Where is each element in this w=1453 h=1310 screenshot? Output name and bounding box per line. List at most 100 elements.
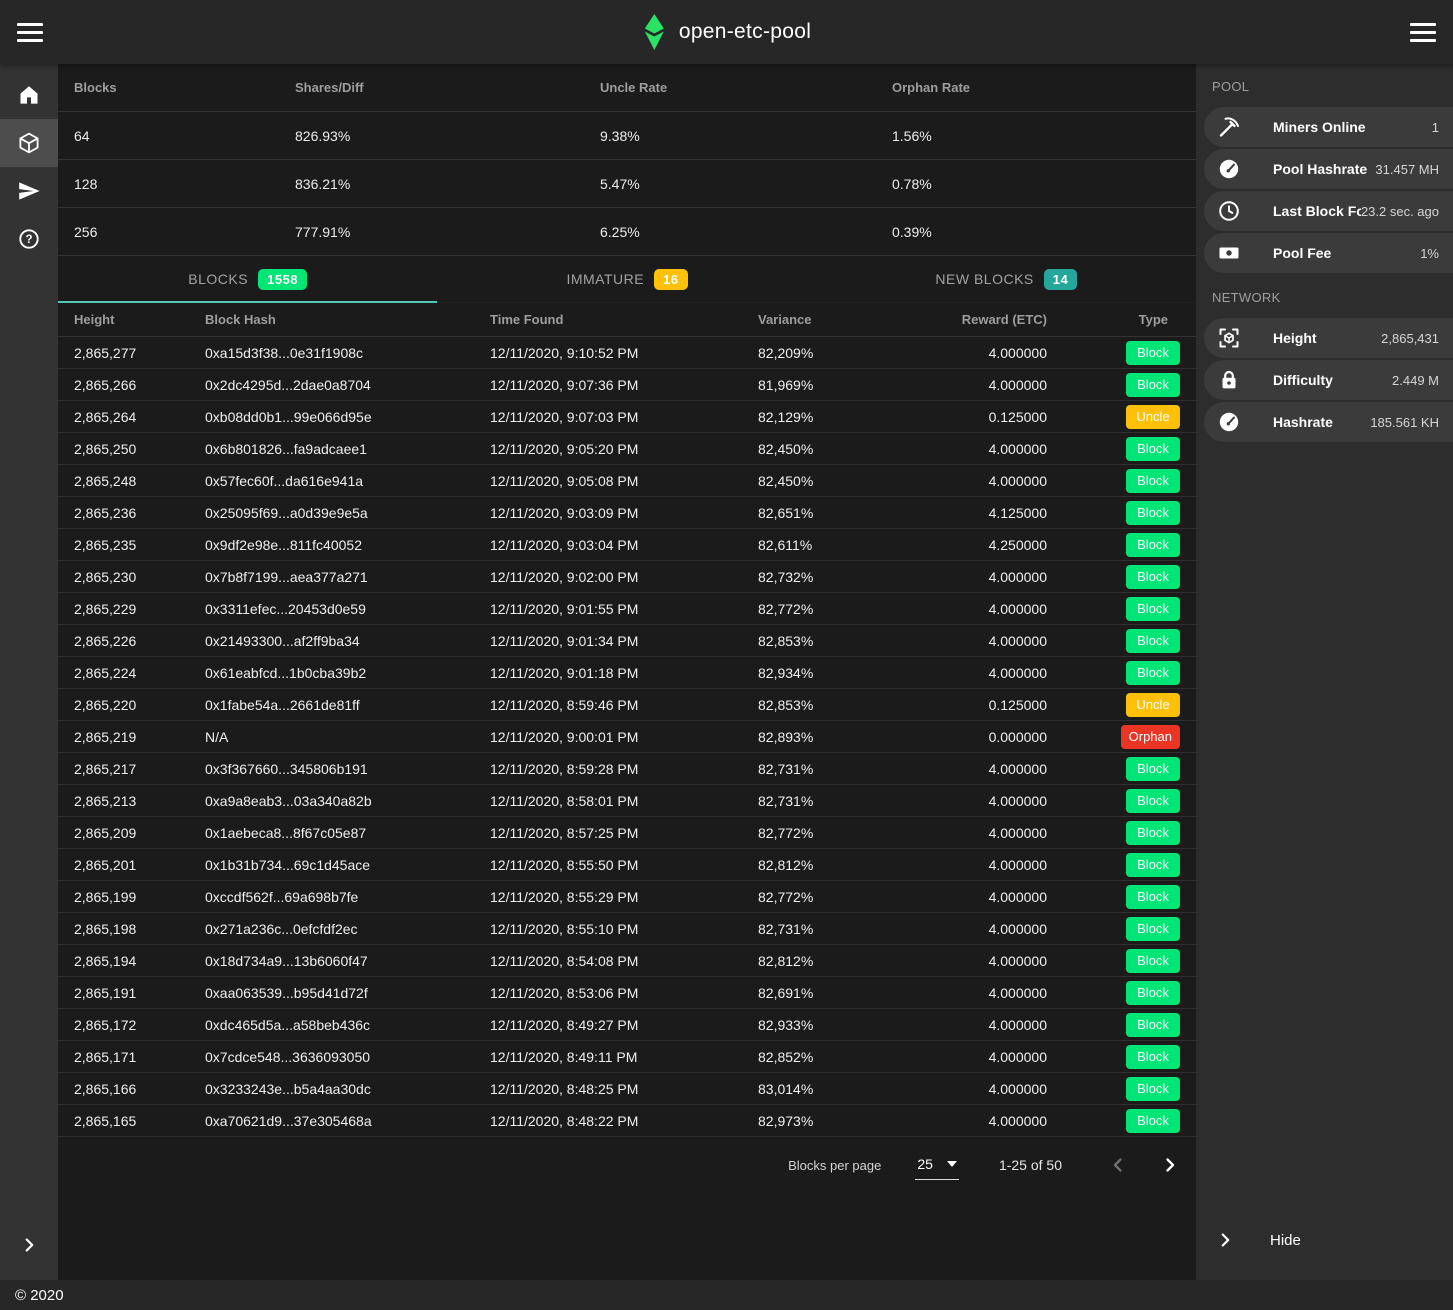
cell-height: 2,865,165 — [74, 1113, 205, 1129]
cell-reward: 4.000000 — [878, 857, 1047, 873]
cell-block-hash: 0x9df2e98e...811fc40052 — [205, 537, 490, 553]
cell-height: 2,865,229 — [74, 601, 205, 617]
stat-network-height: Height 2,865,431 — [1204, 318, 1453, 358]
cell-time-found: 12/11/2020, 9:00:01 PM — [490, 729, 758, 745]
cell-reward: 4.000000 — [878, 1113, 1047, 1129]
cell-variance: 82,852% — [758, 1049, 878, 1065]
table-row: 2,865,250 0x6b801826...fa9adcaee1 12/11/… — [58, 433, 1196, 465]
cell-reward: 4.000000 — [878, 665, 1047, 681]
nav-payments[interactable] — [0, 167, 58, 215]
previous-page-button[interactable] — [1106, 1153, 1130, 1177]
nav-blocks[interactable] — [0, 119, 58, 167]
brand: open-etc-pool — [642, 0, 811, 64]
summary-orphan-rate-value: 0.39% — [892, 224, 1180, 240]
stat-value: 23.2 sec. ago — [1361, 204, 1439, 219]
table-row: 2,865,226 0x21493300...af2ff9ba34 12/11/… — [58, 625, 1196, 657]
cell-reward: 4.000000 — [878, 889, 1047, 905]
summary-row: 256 777.91% 6.25% 0.39% — [58, 208, 1196, 256]
cell-block-hash: 0x6b801826...fa9adcaee1 — [205, 441, 490, 457]
cell-block-hash: 0x1fabe54a...2661de81ff — [205, 697, 490, 713]
cell-time-found: 12/11/2020, 8:55:10 PM — [490, 921, 758, 937]
summary-blocks-value: 64 — [74, 128, 295, 144]
nav-home[interactable] — [0, 71, 58, 119]
table-row: 2,865,217 0x3f367660...345806b191 12/11/… — [58, 753, 1196, 785]
cell-time-found: 12/11/2020, 8:48:22 PM — [490, 1113, 758, 1129]
cell-height: 2,865,194 — [74, 953, 205, 969]
cell-variance: 82,853% — [758, 697, 878, 713]
cell-reward: 4.000000 — [878, 985, 1047, 1001]
cell-height: 2,865,220 — [74, 697, 205, 713]
cell-reward: 4.000000 — [878, 761, 1047, 777]
cell-time-found: 12/11/2020, 9:01:55 PM — [490, 601, 758, 617]
cell-reward: 4.000000 — [878, 825, 1047, 841]
nav-help[interactable]: ? — [0, 215, 58, 263]
tab-blocks[interactable]: BLOCKS 1558 — [58, 256, 437, 302]
next-page-button[interactable] — [1158, 1153, 1182, 1177]
tab-immature[interactable]: IMMATURE 16 — [437, 256, 816, 302]
cell-height: 2,865,198 — [74, 921, 205, 937]
cube-icon — [17, 131, 41, 155]
copyright-text: © 2020 — [15, 1287, 64, 1304]
cell-block-hash: 0x3311efec...20453d0e59 — [205, 601, 490, 617]
stat-value: 2.449 M — [1392, 373, 1439, 388]
cell-time-found: 12/11/2020, 9:07:03 PM — [490, 409, 758, 425]
cell-height: 2,865,236 — [74, 505, 205, 521]
table-row: 2,865,266 0x2dc4295d...2dae0a8704 12/11/… — [58, 369, 1196, 401]
rows-per-page-select[interactable]: 25 — [915, 1151, 959, 1180]
table-row: 2,865,235 0x9df2e98e...811fc40052 12/11/… — [58, 529, 1196, 561]
summary-header-uncle-rate: Uncle Rate — [600, 80, 892, 95]
menu-icon[interactable] — [17, 23, 43, 42]
table-row: 2,865,213 0xa9a8eab3...03a340a82b 12/11/… — [58, 785, 1196, 817]
table-row: 2,865,277 0xa15d3f38...0e31f1908c 12/11/… — [58, 337, 1196, 369]
summary-blocks-value: 256 — [74, 224, 295, 240]
cell-block-hash: 0x3233243e...b5a4aa30dc — [205, 1081, 490, 1097]
cell-block-hash: 0x7cdce548...3636093050 — [205, 1049, 490, 1065]
stat-label: Last Block Fo… — [1273, 203, 1361, 219]
rows-per-page-label: Blocks per page — [788, 1158, 881, 1173]
type-chip: Block — [1126, 1077, 1180, 1101]
table-row: 2,865,201 0x1b31b734...69c1d45ace 12/11/… — [58, 849, 1196, 881]
cell-block-hash: 0xdc465d5a...a58beb436c — [205, 1017, 490, 1033]
cell-time-found: 12/11/2020, 8:59:28 PM — [490, 761, 758, 777]
header-reward: Reward (ETC) — [878, 312, 1047, 327]
cell-height: 2,865,172 — [74, 1017, 205, 1033]
header-time-found: Time Found — [490, 312, 758, 327]
cell-variance: 82,731% — [758, 761, 878, 777]
stat-label: Height — [1273, 330, 1381, 346]
tab-new-blocks[interactable]: NEW BLOCKS 14 — [817, 256, 1196, 302]
type-chip: Block — [1126, 501, 1180, 525]
cell-variance: 83,014% — [758, 1081, 878, 1097]
cell-variance: 82,853% — [758, 633, 878, 649]
type-chip: Block — [1126, 757, 1180, 781]
page-title: open-etc-pool — [679, 20, 811, 44]
cell-height: 2,865,219 — [74, 729, 205, 745]
cell-variance: 82,450% — [758, 441, 878, 457]
summary-orphan-rate-value: 0.78% — [892, 176, 1180, 192]
cell-block-hash: 0x7b8f7199...aea377a271 — [205, 569, 490, 585]
cell-time-found: 12/11/2020, 9:01:18 PM — [490, 665, 758, 681]
cell-time-found: 12/11/2020, 9:05:08 PM — [490, 473, 758, 489]
expand-rail-button[interactable] — [0, 1234, 58, 1256]
summary-row: 128 836.21% 5.47% 0.78% — [58, 160, 1196, 208]
cell-variance: 82,129% — [758, 409, 878, 425]
summary-shares-diff-value: 836.21% — [295, 176, 600, 192]
type-chip: Uncle — [1126, 693, 1180, 717]
summary-uncle-rate-value: 6.25% — [600, 224, 892, 240]
cell-time-found: 12/11/2020, 9:10:52 PM — [490, 345, 758, 361]
right-menu-icon[interactable] — [1410, 23, 1436, 42]
cell-time-found: 12/11/2020, 8:48:25 PM — [490, 1081, 758, 1097]
type-chip: Block — [1126, 597, 1180, 621]
hide-label: Hide — [1270, 1232, 1301, 1249]
stat-label: Hashrate — [1273, 414, 1370, 430]
table-row: 2,865,166 0x3233243e...b5a4aa30dc 12/11/… — [58, 1073, 1196, 1105]
hide-sidebar-button[interactable]: Hide — [1196, 1216, 1453, 1264]
cash-icon — [1217, 241, 1241, 265]
home-icon — [17, 83, 41, 107]
type-chip: Block — [1126, 789, 1180, 813]
cell-block-hash: 0x1b31b734...69c1d45ace — [205, 857, 490, 873]
table-row: 2,865,165 0xa70621d9...37e305468a 12/11/… — [58, 1105, 1196, 1137]
stat-label: Pool Fee — [1273, 245, 1420, 261]
type-chip: Orphan — [1121, 725, 1180, 749]
cell-reward: 4.000000 — [878, 473, 1047, 489]
cell-variance: 81,969% — [758, 377, 878, 393]
